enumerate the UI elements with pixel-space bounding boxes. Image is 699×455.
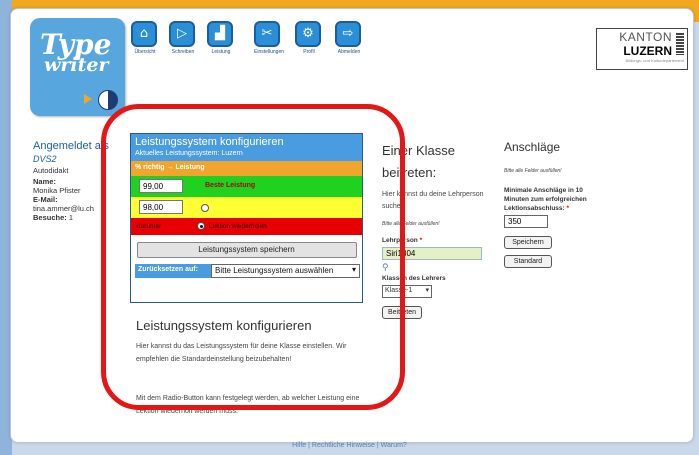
nav-label: Leistung [211, 49, 231, 55]
best-performance-label: Beste Leistung [205, 182, 256, 189]
play-icon [84, 94, 92, 104]
save-strokes-button[interactable]: Speichern [504, 236, 552, 249]
join-class-heading-1: Einer Klasse [382, 143, 455, 158]
username: DVS2 [33, 154, 57, 164]
visits-label: Besuche: [33, 213, 67, 222]
user-name: Monika Pfister [33, 186, 81, 195]
join-class-heading-2: beitreten: [382, 165, 437, 180]
yellow-repeat-radio[interactable] [201, 204, 209, 212]
nav-performance[interactable]: ▟ Leistung [207, 21, 235, 55]
tools-icon: ✂ [254, 21, 280, 47]
required-note: Bitte alle Felder ausfüllen! [382, 221, 440, 227]
class-select-value: Klasse-1 [385, 287, 413, 294]
nav-label: Einstellungen [254, 49, 285, 55]
email-label: E-Mail: [33, 195, 58, 204]
panel-column-header: % richtig → Leistung [131, 161, 362, 176]
visits-count: 1 [68, 213, 74, 222]
home-icon: ⌂ [131, 21, 157, 47]
search-icon[interactable]: ⚲ [382, 262, 492, 273]
classes-label: Klassen des Lehrers [382, 275, 446, 282]
kanton-stripes [676, 33, 684, 55]
save-performance-system-button[interactable]: Leistungssystem speichern [136, 242, 357, 258]
performance-config-panel: Leistungssystem konfigurieren Aktuelles … [130, 133, 363, 303]
panel-current-system: Aktuelles Leistungssystem: Luzern [135, 150, 243, 157]
teacher-search-input[interactable] [382, 247, 482, 260]
strokes-required-note: Bitte alle Felder ausfüllen! [504, 168, 562, 174]
nav-label: Übersicht [134, 49, 156, 55]
kanton-line3: Bildungs- und Kulturdepartement [625, 58, 684, 63]
strokes-section: Anschläge Bitte alle Felder ausfüllen! M… [504, 140, 604, 268]
chart-icon: ▟ [207, 21, 233, 47]
reset-system-select[interactable]: Bitte Leistungssystem auswählen ▾ [211, 264, 360, 278]
name-label: Name: [33, 177, 56, 186]
disc-icon [98, 90, 118, 110]
nav-label: Profil [303, 49, 315, 55]
row-medium-performance [131, 197, 362, 218]
default-strokes-button[interactable]: Standard [504, 255, 552, 268]
chevron-down-icon: ▾ [425, 287, 429, 294]
nav-label: Schreiben [171, 49, 195, 55]
row-best-performance: Beste Leistung [131, 176, 362, 197]
logged-in-heading: Angemeldet als [33, 140, 109, 152]
nav-label: Abmelden [337, 49, 361, 55]
row-below-performance: darunter Lektion wiederholen [131, 218, 362, 235]
green-threshold-input[interactable] [139, 179, 183, 193]
required-marker: * [419, 237, 423, 244]
nav-settings[interactable]: ✂ Einstellungen [254, 21, 285, 55]
typewriter-logo[interactable]: Type writer [30, 18, 125, 116]
teacher-label: Lehrperson [382, 237, 418, 244]
kanton-line1: KANTON [619, 30, 672, 44]
logout-icon: ⇨ [335, 21, 361, 47]
reset-label: Zurücksetzen auf: [138, 266, 198, 273]
join-class-section: Einer Klasse beitreten: Hier kannst du d… [382, 140, 492, 319]
reset-row: Zurücksetzen auf: Bitte Leistungssystem … [135, 264, 360, 278]
user-email: tina.ammer@lu.ch [33, 204, 94, 213]
kanton-line2: LUZERN [623, 44, 672, 58]
join-class-text: Hier kannst du deine Lehrperson suchen [382, 191, 484, 210]
strokes-heading: Anschläge [504, 140, 561, 154]
min-strokes-label: Minimale Anschläge in 10 Minuten zum erf… [504, 187, 587, 212]
gear-icon: ⚙ [295, 21, 321, 47]
reset-select-value: Bitte Leistungssystem auswählen [215, 266, 334, 275]
panel-header: Leistungssystem konfigurieren Aktuelles … [131, 134, 362, 161]
kanton-luzern-logo: KANTON LUZERN Bildungs- und Kulturdepart… [596, 28, 688, 70]
required-marker: * [566, 205, 570, 212]
yellow-threshold-input[interactable] [139, 200, 183, 214]
nav-write[interactable]: ▷ Schreiben [169, 21, 197, 55]
page-title: Leistungssystem konfigurieren [136, 318, 312, 333]
nav-profile[interactable]: ⚙ Profil [295, 21, 323, 55]
radio-explanation-paragraph: Mit dem Radio-Button kann festgelegt wer… [136, 395, 360, 415]
repeat-lesson-label: Lektion wiederholen [209, 223, 267, 230]
red-repeat-radio[interactable] [197, 222, 205, 230]
user-info: Angemeldet als DVS2 Autodidakt Name: Mon… [33, 140, 133, 222]
chevron-down-icon: ▾ [351, 265, 356, 274]
join-button[interactable]: Beitreten [382, 306, 423, 319]
panel-title: Leistungssystem konfigurieren [135, 136, 284, 148]
nav-logout[interactable]: ⇨ Abmelden [335, 21, 363, 55]
nav-overview[interactable]: ⌂ Übersicht [131, 21, 159, 55]
below-label: darunter [137, 223, 162, 230]
min-strokes-input[interactable] [504, 215, 548, 228]
user-type: Autodidakt [33, 166, 69, 175]
intro-paragraph: Hier kannst du das Leistungssystem für d… [136, 343, 347, 363]
footer-links[interactable]: Hilfe | Rechtliche Hinweise | Warum? [0, 442, 699, 449]
play-icon: ▷ [169, 21, 195, 47]
class-select[interactable]: Klasse-1 ▾ [382, 285, 432, 298]
